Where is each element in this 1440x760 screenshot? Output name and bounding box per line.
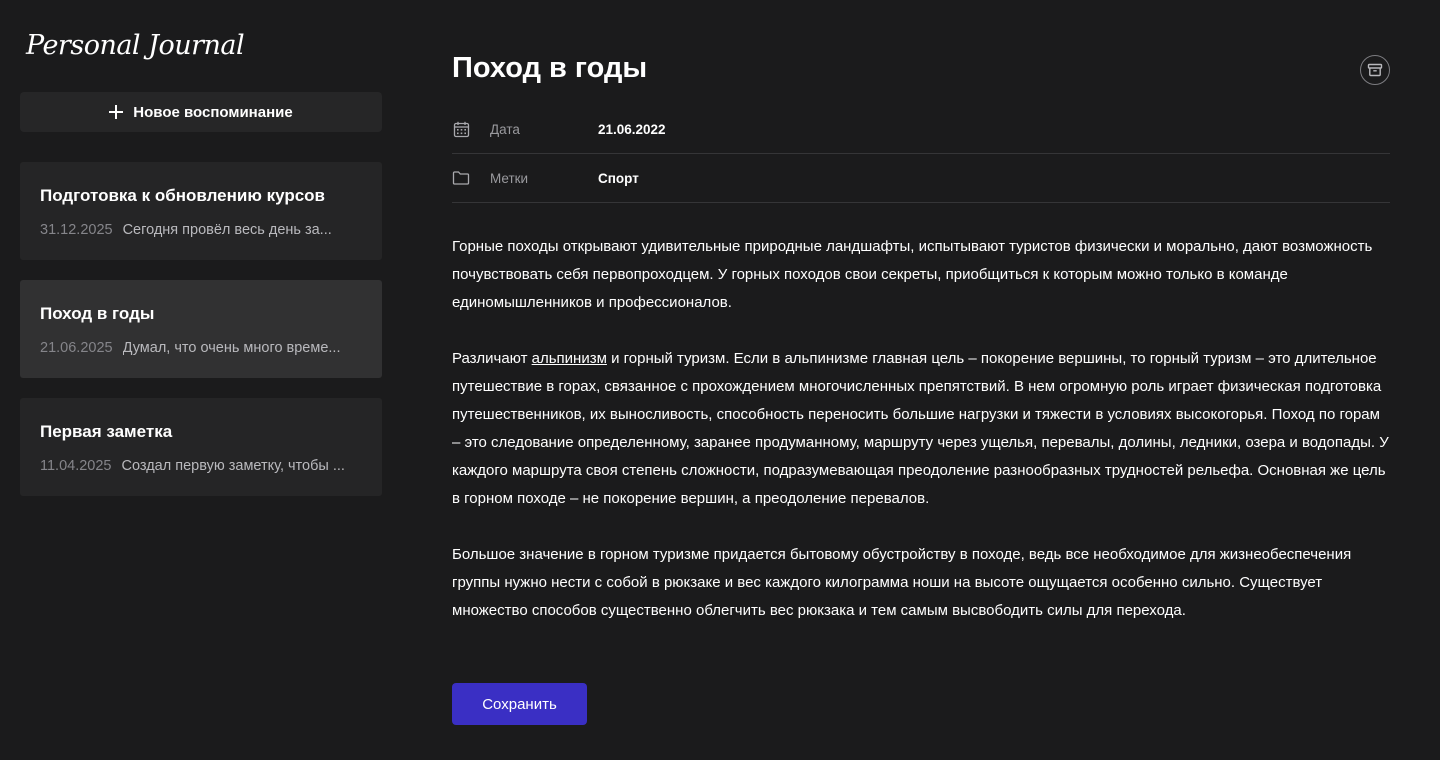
- note-card[interactable]: Подготовка к обновлению курсов 31.12.202…: [20, 162, 382, 260]
- paragraph: Горные походы открывают удивительные при…: [452, 238, 1373, 311]
- tags-row: Метки Спорт: [452, 154, 1390, 203]
- note-title: Подготовка к обновлению курсов: [40, 186, 326, 205]
- note-title: Первая заметка: [40, 422, 173, 441]
- folder-icon: [452, 169, 470, 187]
- note-date: 21.06.2025: [40, 340, 113, 356]
- app-logo[interactable]: Personal Journal: [26, 30, 245, 61]
- save-button[interactable]: Сохранить: [452, 683, 587, 725]
- note-body[interactable]: Горные походы открывают удивительные при…: [452, 233, 1390, 653]
- paragraph: Большое значение в горном туризме придае…: [452, 546, 1352, 619]
- note-preview: Создал первую заметку, чтобы ...: [121, 458, 345, 474]
- new-memory-label: Новое воспоминание: [133, 103, 293, 121]
- paragraph-text: Различают: [452, 350, 532, 367]
- note-preview: Думал, что очень много време...: [122, 340, 341, 356]
- note-meta: 11.04.2025 Создал первую заметку, чтобы …: [40, 458, 362, 474]
- note-card[interactable]: Первая заметка 11.04.2025 Создал первую …: [20, 398, 382, 496]
- editor: Поход в годы Дата 21.06.2022 Метки Спорт…: [452, 0, 1390, 760]
- note-date: 11.04.2025: [40, 458, 112, 474]
- alpinism-link[interactable]: альпинизм: [532, 350, 607, 367]
- archive-button[interactable]: [1360, 55, 1390, 85]
- date-label: Дата: [490, 121, 520, 137]
- note-title: Поход в годы: [40, 304, 155, 323]
- tags-label: Метки: [490, 170, 529, 186]
- date-row: Дата 21.06.2022: [452, 105, 1390, 154]
- archive-icon: [1367, 63, 1383, 77]
- note-date: 31.12.2025: [40, 222, 113, 238]
- calendar-icon: [452, 120, 470, 138]
- note-title-input[interactable]: Поход в годы: [452, 52, 647, 85]
- note-meta: 21.06.2025 Думал, что очень много време.…: [40, 340, 362, 356]
- paragraph: Различают альпинизм и горный туризм. Есл…: [452, 345, 1390, 513]
- plus-icon: [109, 105, 124, 119]
- new-memory-button[interactable]: Новое воспоминание: [20, 92, 382, 132]
- date-value[interactable]: 21.06.2022: [598, 122, 666, 137]
- note-card-active[interactable]: Поход в годы 21.06.2025 Думал, что очень…: [20, 280, 382, 378]
- paragraph-text: и горный туризм. Если в альпинизме главн…: [452, 350, 1389, 507]
- note-meta: 31.12.2025 Сегодня провёл весь день за..…: [40, 222, 362, 238]
- sidebar: Personal Journal Новое воспоминание Подг…: [20, 0, 382, 760]
- note-preview: Сегодня провёл весь день за...: [122, 222, 332, 238]
- tags-value[interactable]: Спорт: [598, 171, 639, 186]
